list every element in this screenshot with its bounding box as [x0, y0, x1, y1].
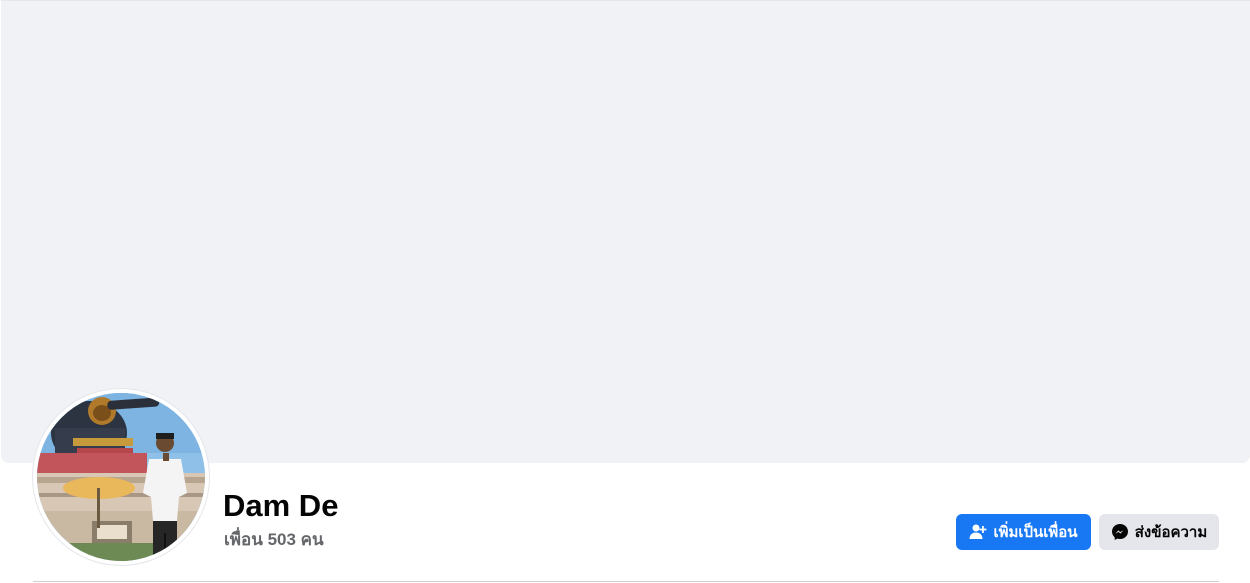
profile-avatar[interactable]	[37, 393, 205, 561]
friends-count[interactable]: เพื่อน 503 คน	[224, 530, 324, 550]
send-message-label: ส่งข้อความ	[1134, 524, 1208, 541]
header-divider	[33, 581, 1219, 582]
profile-page: Dam De เพื่อน 503 คน เพิ่มเป็นเพื่อน ส่ง…	[0, 0, 1250, 583]
send-message-button[interactable]: ส่งข้อความ	[1099, 514, 1219, 550]
add-friend-button[interactable]: เพิ่มเป็นเพื่อน	[956, 514, 1091, 550]
profile-name: Dam De	[223, 488, 339, 523]
avatar-photo	[37, 393, 205, 561]
cover-photo[interactable]	[1, 0, 1250, 463]
messenger-icon	[1111, 523, 1129, 541]
add-friend-label: เพิ่มเป็นเพื่อน	[993, 524, 1078, 541]
add-person-icon	[969, 523, 987, 541]
